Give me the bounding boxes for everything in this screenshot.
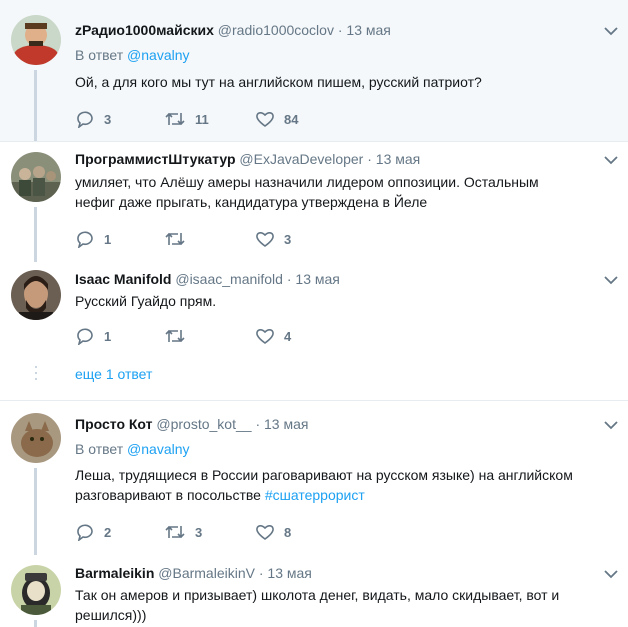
username[interactable]: @radio1000coclov (218, 22, 334, 38)
separator-dot: · (367, 151, 372, 167)
like-count: 84 (284, 111, 299, 127)
thread-line (34, 620, 37, 627)
tweet-text-line: разговаривают в посольстве #сшатеррорист (75, 485, 620, 505)
reply-count: 2 (104, 524, 112, 540)
timestamp[interactable]: 13 мая (295, 271, 339, 287)
display-name[interactable]: Isaac Manifold (75, 271, 171, 287)
separator-dot: · (337, 22, 343, 38)
chevron-down-icon[interactable] (604, 26, 618, 36)
tweet-text-fragment: разговаривают в посольстве (75, 487, 261, 503)
reply-icon (77, 328, 93, 345)
username[interactable]: @BarmaleikinV (158, 565, 255, 581)
like-button[interactable]: 84 (255, 109, 298, 129)
tweet-text-line: Леша, трудящиеся в России раговаривают н… (75, 467, 573, 483)
reply-button[interactable]: 2 (75, 522, 111, 542)
like-count: 3 (284, 231, 292, 247)
retweet-count: 3 (195, 524, 203, 540)
avatar[interactable] (11, 413, 61, 463)
retweet-icon (165, 112, 185, 126)
reply-button[interactable]: 1 (75, 326, 111, 346)
tweet-header: Barmaleikin @BarmaleikinV · 13 мая (75, 564, 312, 582)
separator-dot: · (255, 416, 261, 432)
retweet-button[interactable]: 3 (164, 522, 202, 542)
reply-icon (77, 111, 93, 128)
reply-mention-link[interactable]: @navalny (127, 47, 189, 63)
tweet-text-line: решился))) (75, 607, 147, 623)
hashtag-link[interactable]: #сшатеррорист (265, 487, 365, 503)
avatar[interactable] (11, 152, 61, 202)
retweet-button[interactable] (164, 326, 195, 346)
thread-line (34, 207, 37, 262)
reply-context: В ответ @navalny (75, 46, 190, 64)
thread-dots (35, 366, 37, 384)
username[interactable]: @isaac_manifold (175, 271, 283, 287)
tweet-text-line: Так он амеров и призывает) школота денег… (75, 587, 560, 603)
chevron-down-icon[interactable] (604, 569, 618, 579)
tweet[interactable]: Barmaleikin @BarmaleikinV · 13 мая Так о… (0, 555, 628, 627)
retweet-icon (165, 232, 185, 246)
tweet[interactable]: Просто Кот @prosto_kot__ · 13 мая В отве… (0, 401, 628, 555)
show-more-replies-link[interactable]: еще 1 ответ (75, 366, 152, 382)
tweet-header: Просто Кот @prosto_kot__ · 13 мая (75, 415, 308, 433)
tweet-text: Так он амеров и призывает) школота денег… (75, 585, 620, 625)
chevron-down-icon[interactable] (604, 275, 618, 285)
tweet[interactable]: zРадио1000майских @radio1000coclov · 13 … (0, 0, 628, 141)
username[interactable]: @prosto_kot__ (156, 416, 251, 432)
reply-mention-link[interactable]: @navalny (127, 441, 189, 457)
like-count: 4 (284, 328, 292, 344)
tweet[interactable]: ПрограммистШтукатур @ExJavaDeveloper · 1… (0, 142, 628, 262)
reply-button[interactable]: 3 (75, 109, 111, 129)
like-icon (256, 112, 274, 127)
separator-dot: · (258, 565, 264, 581)
reply-count: 3 (104, 111, 112, 127)
display-name[interactable]: zРадио1000майских (75, 22, 214, 38)
reply-button[interactable]: 1 (75, 229, 111, 249)
username[interactable]: @ExJavaDeveloper (239, 151, 363, 167)
timestamp[interactable]: 13 мая (264, 416, 308, 432)
reply-count: 1 (104, 328, 112, 344)
tweet-text: Ой, а для кого мы тут на английском пише… (75, 74, 482, 90)
avatar[interactable] (11, 270, 61, 320)
reply-icon (77, 524, 93, 541)
retweet-button[interactable] (164, 229, 195, 249)
like-button[interactable]: 8 (255, 522, 291, 542)
like-icon (256, 525, 274, 540)
tweet-header: zРадио1000майских @radio1000coclov · 13 … (75, 21, 391, 39)
timestamp[interactable]: 13 мая (267, 565, 311, 581)
chevron-down-icon[interactable] (604, 420, 618, 430)
separator-dot: · (286, 271, 292, 287)
timestamp[interactable]: 13 мая (346, 22, 390, 38)
tweet-text-line: умиляет, что Алёшу амеры назначили лидер… (75, 174, 539, 190)
tweet-text: умиляет, что Алёшу амеры назначили лидер… (75, 172, 620, 212)
like-count: 8 (284, 524, 292, 540)
reply-prefix: В ответ (75, 47, 124, 63)
avatar[interactable] (11, 15, 61, 65)
reply-icon (77, 231, 93, 248)
thread-line (34, 70, 37, 141)
retweet-icon (165, 329, 185, 343)
retweet-icon (165, 525, 185, 539)
tweet-text: Русский Гуайдо прям. (75, 293, 217, 309)
reply-count: 1 (104, 231, 112, 247)
display-name[interactable]: Просто Кот (75, 416, 153, 432)
timestamp[interactable]: 13 мая (376, 151, 420, 167)
like-button[interactable]: 3 (255, 229, 291, 249)
like-button[interactable]: 4 (255, 326, 291, 346)
reply-context: В ответ @navalny (75, 440, 190, 458)
reply-prefix: В ответ (75, 441, 124, 457)
display-name[interactable]: Barmaleikin (75, 565, 154, 581)
tweet-header: Isaac Manifold @isaac_manifold · 13 мая (75, 270, 340, 288)
retweet-button[interactable]: 11 (164, 109, 209, 129)
chevron-down-icon[interactable] (604, 155, 618, 165)
retweet-count: 11 (195, 111, 209, 127)
tweet-text-line: нефиг даже прыгать, кандидатура утвержде… (75, 194, 428, 210)
like-icon (256, 329, 274, 344)
like-icon (256, 232, 274, 247)
avatar[interactable] (11, 565, 61, 615)
tweet[interactable]: Isaac Manifold @isaac_manifold · 13 мая … (0, 262, 628, 400)
tweet-text: Леша, трудящиеся в России раговаривают н… (75, 465, 620, 505)
tweet-header: ПрограммистШтукатур @ExJavaDeveloper · 1… (75, 150, 420, 168)
display-name[interactable]: ПрограммистШтукатур (75, 151, 236, 167)
thread-line (34, 468, 37, 555)
